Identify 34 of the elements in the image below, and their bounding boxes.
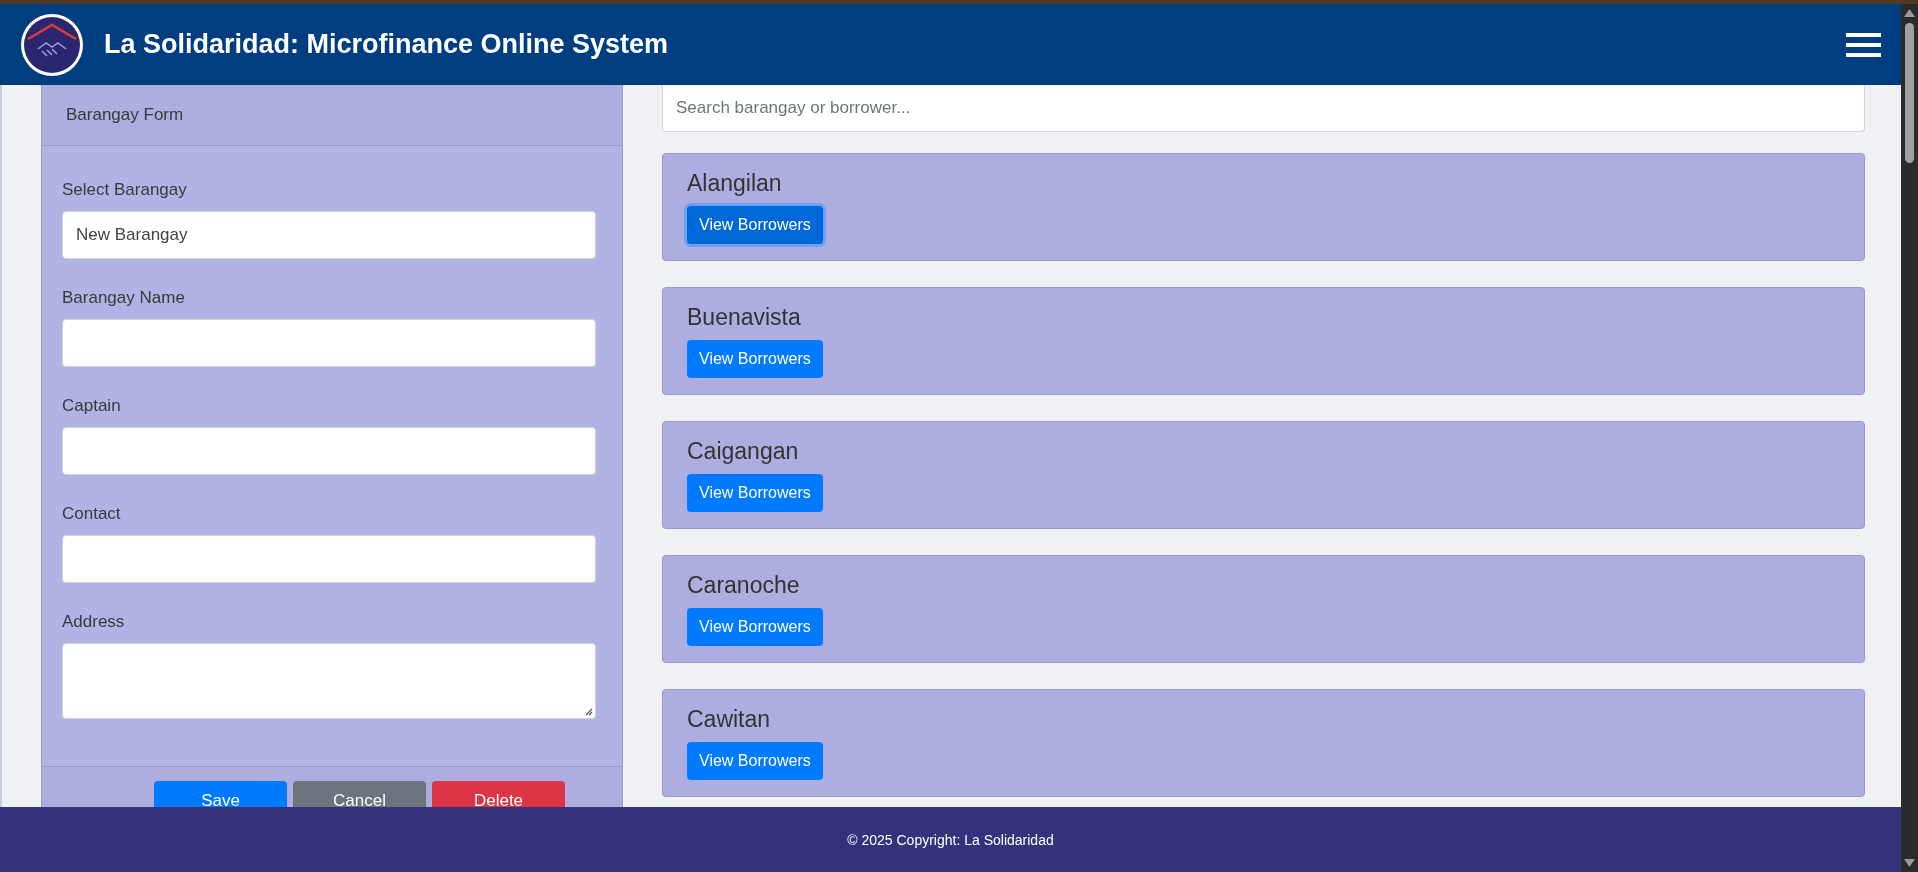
field-label: Select Barangay [62, 179, 188, 201]
secondary-button[interactable]: Cancel [293, 781, 426, 807]
view-borrowers-button[interactable]: View Borrowers [687, 742, 823, 780]
app-title: La Solidaridad: Microfinance Online System [104, 29, 670, 60]
barangay-name: Caigangan [687, 437, 800, 466]
barangay-name: Buenavista [687, 303, 802, 332]
menu-icon[interactable] [1846, 32, 1881, 57]
view-borrowers-button[interactable]: View Borrowers [687, 340, 823, 378]
scroll-up-icon[interactable] [1904, 9, 1915, 17]
danger-button[interactable]: Delete [432, 781, 565, 807]
field-label: Address [62, 611, 126, 633]
textarea-field[interactable] [62, 643, 596, 719]
barangay-name: Cawitan [687, 705, 772, 734]
copyright-text: © 2025 Copyright: La Solidaridad [847, 831, 1054, 848]
view-borrowers-button[interactable]: View Borrowers [687, 474, 823, 512]
barangay-name: Caranoche [687, 571, 801, 600]
field-label: Barangay Name [62, 287, 186, 309]
select-field[interactable]: New Barangay [62, 211, 596, 259]
view-borrowers-button[interactable]: View Borrowers [687, 608, 823, 646]
field-label: Captain [62, 395, 122, 417]
input-field[interactable] [62, 535, 596, 583]
barangay-name: Alangilan [687, 169, 783, 198]
resize-grip-icon[interactable] [584, 707, 593, 716]
scrollbar[interactable] [1901, 4, 1918, 872]
input-field[interactable] [62, 427, 596, 475]
form-card-title: Barangay Form [42, 85, 622, 146]
search-field[interactable]: Search barangay or borrower... [662, 85, 1865, 132]
scroll-down-icon[interactable] [1904, 859, 1915, 867]
logo-icon [20, 12, 84, 77]
field-label: Contact [62, 503, 122, 525]
view-borrowers-button[interactable]: View Borrowers [687, 206, 823, 244]
scrollbar-thumb[interactable] [1905, 23, 1914, 163]
input-field[interactable] [62, 319, 596, 367]
primary-button[interactable]: Save [154, 781, 287, 807]
